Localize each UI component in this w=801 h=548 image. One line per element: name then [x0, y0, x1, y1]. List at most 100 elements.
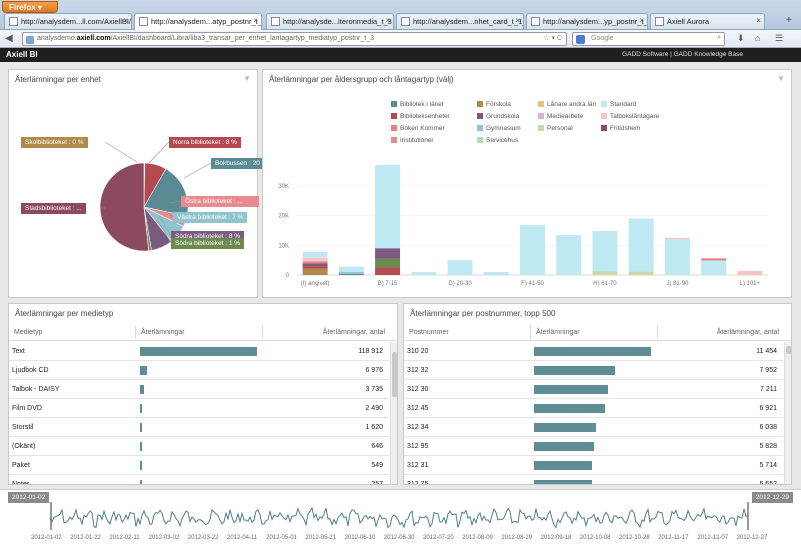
- row-label: 310 20: [407, 348, 429, 355]
- timeline-tick-label: 2012-05-21: [305, 535, 337, 541]
- firefox-label: Firefox: [9, 3, 36, 12]
- postnr-scrollbar[interactable]: [784, 342, 791, 484]
- table-row[interactable]: Paket 549: [9, 456, 389, 475]
- col-aterlamningar[interactable]: Återlämningar: [141, 329, 185, 336]
- pie-label[interactable]: Skolbiblioteket : 0 %: [21, 137, 88, 148]
- table-row[interactable]: 312 45 6 921: [404, 399, 783, 418]
- dashboard: Återlämningar per enhet ▼ Skolbiblioteke…: [0, 62, 801, 547]
- row-value: 646: [371, 443, 383, 450]
- back-icon[interactable]: ◀: [5, 33, 13, 44]
- x-tick-label: D) 20-30: [448, 281, 472, 287]
- bookmark-star-icon[interactable]: ☆ ▾ C: [543, 34, 562, 42]
- new-tab-icon[interactable]: +: [786, 15, 792, 26]
- search-engine-icon[interactable]: [576, 35, 585, 44]
- bar-segment: [664, 237, 690, 240]
- col-postnummer[interactable]: Postnummer: [409, 329, 449, 336]
- site-icon: [26, 36, 34, 44]
- bar-segment: [701, 260, 727, 275]
- row-bar: [140, 366, 147, 375]
- col-aterlamningar[interactable]: Återlämningar: [536, 329, 580, 336]
- header-links[interactable]: GADD Software | GADD Knowledge Base: [622, 51, 743, 58]
- row-label: Text: [12, 348, 25, 355]
- pie-label[interactable]: Norra biblioteket : 8 %: [169, 137, 241, 148]
- pie-label[interactable]: Stadsbiblioteket : ...: [21, 203, 86, 214]
- table-row[interactable]: Noter 257: [9, 475, 389, 484]
- table-row[interactable]: 312 31 5 714: [404, 456, 783, 475]
- bar-chart[interactable]: 0 10K 20K 30K (I) angivet) B) 7-15 D) 20-30 F) …: [263, 70, 793, 299]
- url-input[interactable]: analysdemo.axiell.com/AxiellBI/dashboard…: [22, 32, 567, 46]
- timeline-tick-label: 2012-08-29: [501, 535, 533, 541]
- bar-segment: [375, 258, 401, 268]
- pie-label[interactable]: Södra biblioteket : 1 %: [171, 238, 245, 249]
- tab-label: http://analysdem...yp_postnr_t_1_2: [543, 17, 648, 26]
- table-row[interactable]: 312 30 7 211: [404, 380, 783, 399]
- table-row[interactable]: Talbok - DAISY 3 735: [9, 380, 389, 399]
- pie-label[interactable]: Östra biblioteket : ...: [181, 196, 259, 207]
- pie-chart[interactable]: [9, 70, 259, 299]
- close-icon[interactable]: ×: [123, 16, 128, 25]
- menu-icon[interactable]: ☰: [775, 33, 783, 44]
- close-icon[interactable]: ×: [385, 16, 390, 25]
- download-icon[interactable]: ⬇: [737, 33, 745, 44]
- browser-tab[interactable]: http://analysdem...yp_postnr_t_1_2×: [526, 13, 648, 29]
- close-icon[interactable]: ×: [756, 16, 761, 25]
- row-bar: [534, 480, 592, 484]
- col-medietyp[interactable]: Medietyp: [14, 329, 42, 336]
- browser-tab[interactable]: http://analysdem...nhet_card_t_1_2 ×: [396, 13, 524, 29]
- row-value: 7 952: [759, 367, 777, 374]
- search-input[interactable]: Google ⌕: [572, 32, 725, 46]
- bar-segment: [520, 225, 545, 275]
- row-bar: [140, 385, 144, 394]
- navigation-bar: ◀ analysdemo.axiell.com/AxiellBI/dashboa…: [0, 30, 801, 48]
- x-tick-label: (I) angivet): [301, 281, 330, 287]
- table-row[interactable]: 310 20 11 454: [404, 342, 783, 361]
- col-antal[interactable]: Återlämningar, antal: [717, 329, 779, 336]
- favicon-icon: [401, 17, 410, 26]
- favicon-icon: [139, 17, 148, 26]
- timeline-tick-label: 2012-02-11: [109, 535, 140, 541]
- row-bar: [534, 423, 596, 432]
- home-icon[interactable]: ⌂: [755, 33, 760, 43]
- bar-segment: [411, 272, 437, 275]
- close-icon[interactable]: ×: [515, 16, 520, 25]
- browser-tab[interactable]: http://analysdem...atyp_postnr_t_3 ×: [134, 13, 262, 30]
- col-antal[interactable]: Återlämningar, antal: [323, 329, 385, 336]
- pie-slice: [99, 162, 150, 252]
- row-label: (Okänt): [12, 443, 36, 450]
- row-label: 312 31: [407, 462, 429, 469]
- table-row[interactable]: Storstil 1 620: [9, 418, 389, 437]
- browser-tab[interactable]: Axiell Aurora ×: [650, 13, 765, 29]
- search-icon[interactable]: ⌕: [717, 34, 721, 42]
- timeline-tick-label: 2012-09-18: [540, 535, 572, 541]
- table-row[interactable]: Text 118 912: [9, 342, 389, 361]
- table-row[interactable]: 312 75 5 652: [404, 475, 783, 485]
- bar-segment: [302, 251, 328, 258]
- timeline-tick-label: 2012-10-08: [579, 535, 611, 541]
- close-icon[interactable]: ×: [639, 16, 644, 25]
- row-label: Talbok - DAISY: [12, 386, 60, 393]
- row-value: 549: [371, 462, 383, 469]
- timeline-tick-label: 2012-01-22: [70, 535, 101, 541]
- row-value: 3 735: [365, 386, 383, 393]
- bar-segment: [375, 165, 401, 249]
- table-row[interactable]: (Okänt) 646: [9, 437, 389, 456]
- table-row[interactable]: Ljudbok CD 6 976: [9, 361, 389, 380]
- row-bar: [140, 347, 257, 356]
- table-row[interactable]: 312 32 7 952: [404, 361, 783, 380]
- browser-tab[interactable]: http://analysde...lteronmedia_t_3 ×: [266, 13, 394, 29]
- pie-label[interactable]: Västra biblioteket : 7 %: [173, 212, 248, 223]
- timeline-tick-label: 2012-06-10: [344, 535, 376, 541]
- table-row[interactable]: 312 95 5 828: [404, 437, 783, 456]
- bar-segment: [664, 239, 690, 275]
- pie-leader-line: [148, 141, 170, 164]
- firefox-menu-button[interactable]: Firefox ▾: [2, 1, 58, 13]
- row-label: 312 30: [407, 386, 429, 393]
- table-row[interactable]: Film DVD 2 490: [9, 399, 389, 418]
- row-value: 6 038: [759, 424, 777, 431]
- browser-tab[interactable]: http://analysdem...ll.com/AxiellBI/×: [4, 13, 132, 29]
- close-icon[interactable]: ×: [253, 16, 258, 25]
- row-value: 5 652: [759, 481, 777, 485]
- table-row[interactable]: 312 34 6 038: [404, 418, 783, 437]
- row-value: 5 714: [759, 462, 777, 469]
- media-scrollbar[interactable]: [390, 342, 397, 484]
